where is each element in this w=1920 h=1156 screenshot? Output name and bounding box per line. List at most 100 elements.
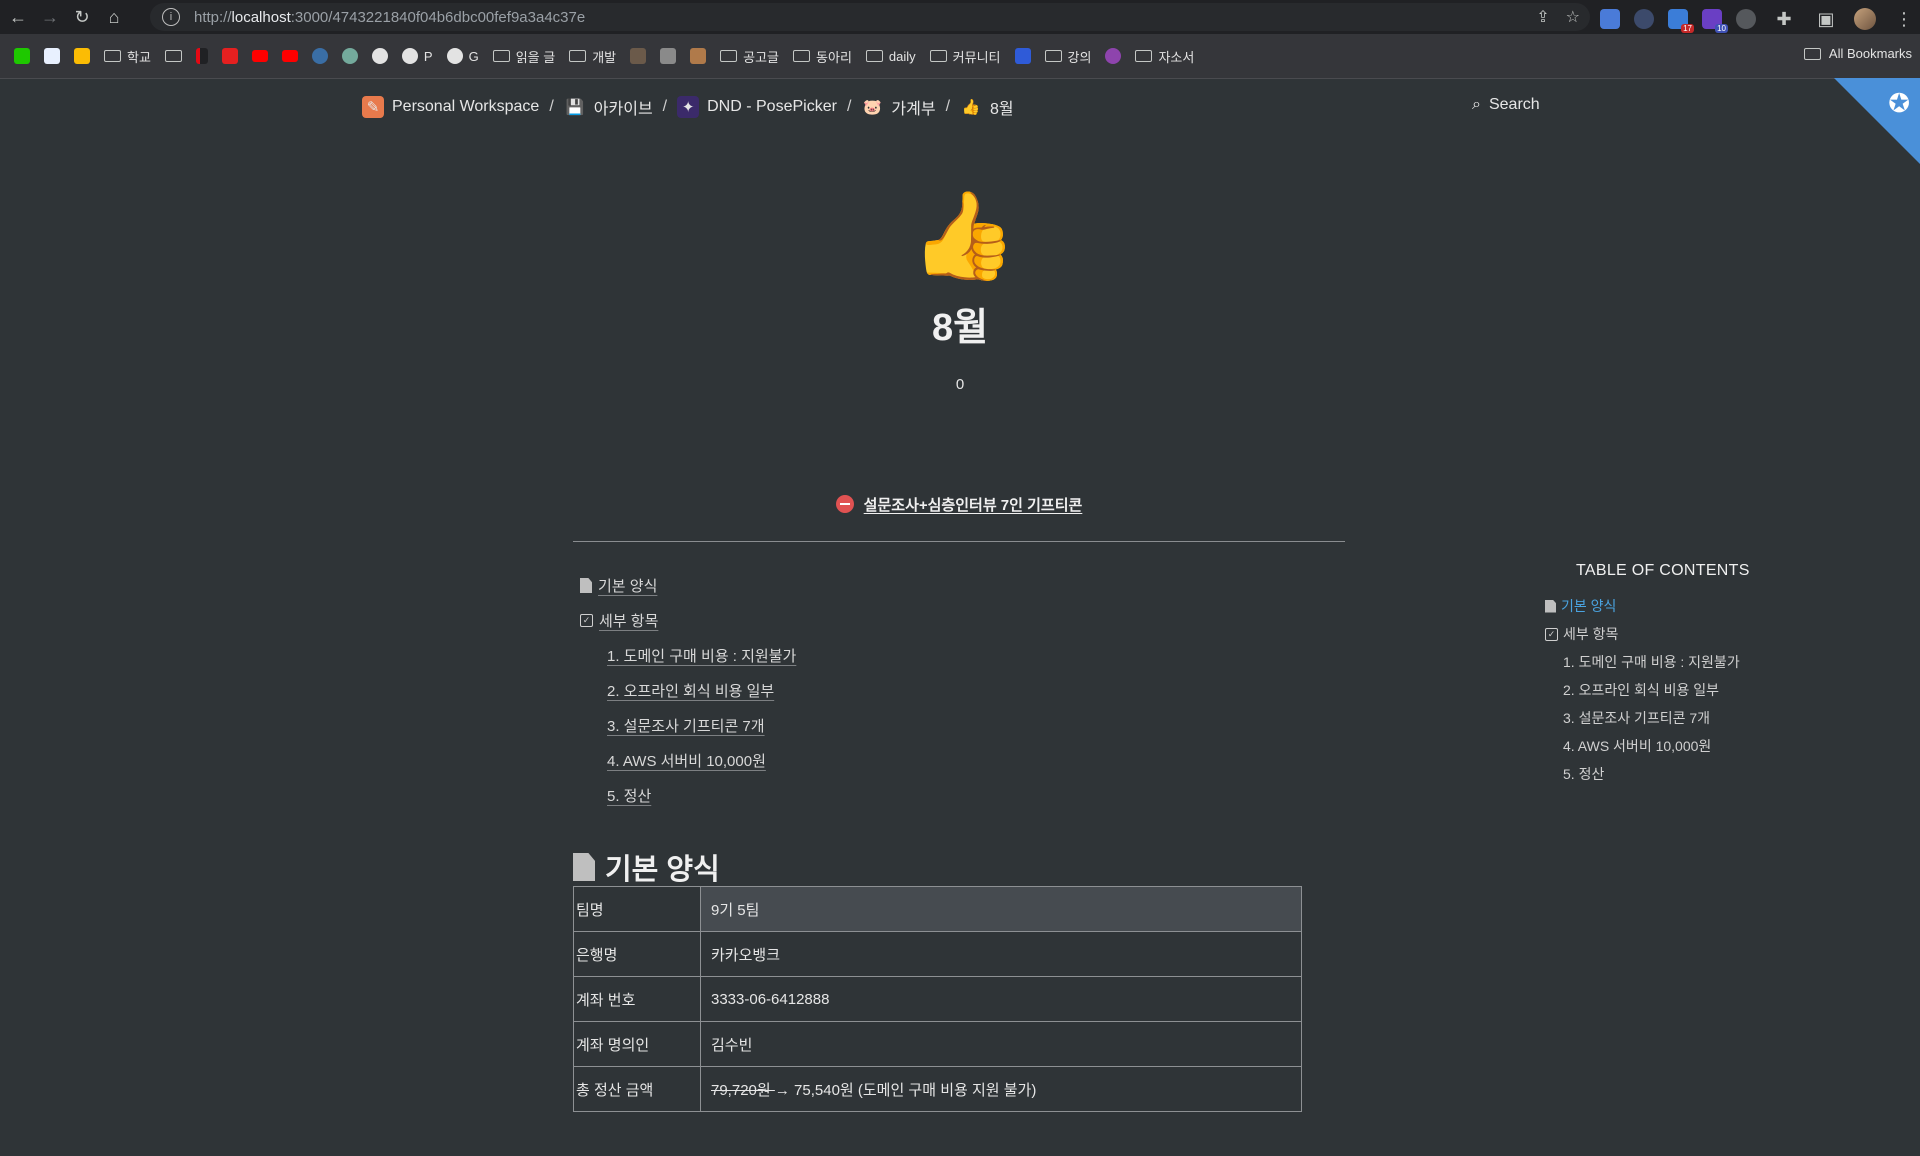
breadcrumb-workspace[interactable]: ✎ Personal Workspace xyxy=(362,96,539,118)
bookmark-folder-blank[interactable] xyxy=(164,50,182,62)
forward-icon[interactable]: → xyxy=(36,3,64,31)
side-toc-item-3[interactable]: 3. 설문조사 기프티콘 7개 xyxy=(1545,704,1750,732)
bookmark-naver[interactable] xyxy=(14,48,30,64)
search-icon: ⌕ xyxy=(1472,96,1481,113)
home-icon[interactable]: ⌂ xyxy=(100,3,128,31)
netflix-icon xyxy=(195,48,208,64)
table-row: 총 정산 금액 79,720원 → 75,540원 (도메인 구매 비용 지원 … xyxy=(573,1066,1302,1112)
share-icon[interactable]: ⇪ xyxy=(1536,7,1549,27)
table-cell-value: 김수빈 xyxy=(700,1021,1302,1067)
bookmark-2[interactable] xyxy=(44,48,60,64)
bookmark-folder-dev[interactable]: 개발 xyxy=(569,47,616,66)
side-toc-item-1[interactable]: 1. 도메인 구매 비용 : 지원불가 xyxy=(1545,648,1750,676)
toc-item-2[interactable]: 2. 오프라인 회식 비용 일부 xyxy=(580,673,796,708)
d-icon xyxy=(1014,48,1031,64)
bookmark-folder-resume[interactable]: 자소서 xyxy=(1135,47,1194,66)
side-toc-item-details[interactable]: ✓ 세부 항목 xyxy=(1545,620,1750,648)
bookmark-folder-community[interactable]: 커뮤니티 xyxy=(929,47,1001,66)
toc-item-details[interactable]: ✓ 세부 항목 xyxy=(580,603,796,638)
cursor-extension-icon[interactable] xyxy=(1634,9,1654,29)
divider xyxy=(573,541,1345,542)
bookmark-github-g[interactable]: G xyxy=(446,48,479,64)
bookmark-v[interactable] xyxy=(221,48,238,64)
bookmark-youtube[interactable] xyxy=(251,50,268,62)
bookmark-chatgpt[interactable] xyxy=(341,48,358,64)
address-bar[interactable]: i http://localhost:3000/4743221840f04b6d… xyxy=(150,3,1590,31)
bookmark-star-icon[interactable]: ☆ xyxy=(1566,7,1580,27)
back-icon[interactable]: ← xyxy=(4,3,32,31)
toc-item-5[interactable]: 5. 정산 xyxy=(580,778,796,813)
bookmark-folder-daily[interactable]: daily xyxy=(865,49,916,64)
translate-extension-icon[interactable] xyxy=(1600,9,1620,29)
side-toc: TABLE OF CONTENTS 기본 양식 ✓ 세부 항목 1. 도메인 구매… xyxy=(1545,562,1750,788)
bookmark-purple[interactable] xyxy=(1105,48,1122,64)
bookmark-folder-school[interactable]: 학교 xyxy=(104,47,151,66)
sidepanel-icon[interactable]: ▣ xyxy=(1812,5,1840,33)
bookmark-folder-reading[interactable]: 읽을 글 xyxy=(492,47,555,66)
reload-icon[interactable]: ↻ xyxy=(68,3,96,31)
bookmark-d[interactable] xyxy=(1014,48,1031,64)
page-header: ✎ Personal Workspace / 💾 아카이브 / ✦ DND - … xyxy=(0,79,1920,135)
basic-form-table: 팀명 9기 5팀 은행명 카카오뱅크 계좌 번호 3333-06-6412888… xyxy=(573,886,1302,1112)
bookmark-folder-lecture[interactable]: 강의 xyxy=(1044,47,1091,66)
table-row: 계좌 명의인 김수빈 xyxy=(573,1021,1302,1067)
side-toc-item-5[interactable]: 5. 정산 xyxy=(1545,760,1750,788)
page-title: 8월 xyxy=(931,307,989,349)
breadcrumb-posepicker[interactable]: ✦ DND - PosePicker xyxy=(677,96,837,118)
toc-item-1[interactable]: 1. 도메인 구매 비용 : 지원불가 xyxy=(580,638,796,673)
checkbox-icon: ✓ xyxy=(580,614,593,627)
octocat-icon[interactable]: ✪ xyxy=(1888,88,1910,119)
folder-icon xyxy=(492,50,510,62)
table-row: 팀명 9기 5팀 xyxy=(573,886,1302,932)
search-button[interactable]: ⌕ Search xyxy=(1472,96,1540,114)
site-info-icon[interactable]: i xyxy=(162,8,180,26)
profile-avatar[interactable] xyxy=(1854,8,1876,30)
youtube-icon xyxy=(251,50,268,62)
bookmark-github-p[interactable]: P xyxy=(401,48,433,64)
puzzle-icon[interactable]: ✚ xyxy=(1770,5,1798,33)
breadcrumb-august[interactable]: 👍 8월 xyxy=(960,95,1014,119)
thumbs-up-icon: 👍 xyxy=(961,99,981,116)
toc-item-4[interactable]: 4. AWS 서버비 10,000원 xyxy=(580,743,796,778)
folder-icon xyxy=(164,50,182,62)
document-icon xyxy=(1545,599,1556,613)
page-icon: 👍 xyxy=(910,188,1018,284)
bookmark-bird[interactable] xyxy=(311,48,328,64)
breadcrumb: ✎ Personal Workspace / 💾 아카이브 / ✦ DND - … xyxy=(362,95,1014,119)
recycle-extension-icon[interactable] xyxy=(1736,9,1756,29)
menu-kebab-icon[interactable]: ⋮ xyxy=(1890,5,1918,33)
github-icon xyxy=(401,48,418,64)
side-toc-item-4[interactable]: 4. AWS 서버비 10,000원 xyxy=(1545,732,1750,760)
bookmark-folder-jobs[interactable]: 공고글 xyxy=(720,47,779,66)
toc-item-basic-form[interactable]: 기본 양식 xyxy=(580,568,796,603)
table-cell-key: 팀명 xyxy=(573,886,701,932)
breadcrumb-archive[interactable]: 💾 아카이브 xyxy=(564,95,652,119)
breadcrumb-ledger[interactable]: 🐷 가계부 xyxy=(861,95,936,119)
table-row: 은행명 카카오뱅크 xyxy=(573,931,1302,977)
bookmark-photo-2[interactable] xyxy=(660,48,677,64)
folder-icon xyxy=(1135,50,1153,62)
extensions: 17 10 ✚ ▣ ⋮ xyxy=(1600,5,1918,33)
bookmark-maps[interactable] xyxy=(74,48,90,64)
bookmark-folder-club[interactable]: 동아리 xyxy=(793,47,852,66)
checkbox-icon: ✓ xyxy=(1545,627,1558,641)
browser-toolbar: ← → ↻ ⌂ i http://localhost:3000/47432218… xyxy=(0,0,1920,34)
document-icon xyxy=(580,578,592,593)
cloud-extension-icon[interactable]: 10 xyxy=(1702,9,1728,33)
bookmark-photo-3[interactable] xyxy=(690,48,707,64)
grid-extension-icon[interactable]: 17 xyxy=(1668,9,1694,33)
toc-item-3[interactable]: 3. 설문조사 기프티콘 7개 xyxy=(580,708,796,743)
table-cell-value: 카카오뱅크 xyxy=(700,931,1302,977)
chatgpt-icon xyxy=(341,48,358,64)
side-toc-item-2[interactable]: 2. 오프라인 회식 비용 일부 xyxy=(1545,676,1750,704)
bookmark-github[interactable] xyxy=(371,48,388,64)
bookmark-netflix[interactable] xyxy=(195,48,208,64)
callout[interactable]: 설문조사+심층인터뷰 7인 기프티콘 xyxy=(573,494,1345,515)
maps-icon xyxy=(74,48,90,64)
blue-site-icon xyxy=(44,48,60,64)
bookmark-youtube-2[interactable] xyxy=(281,50,298,62)
bookmark-photo-1[interactable] xyxy=(630,48,647,64)
section-heading: 기본 양식 xyxy=(573,846,720,888)
side-toc-item-basic-form[interactable]: 기본 양식 xyxy=(1545,592,1750,620)
all-bookmarks[interactable]: All Bookmarks xyxy=(1803,46,1912,61)
